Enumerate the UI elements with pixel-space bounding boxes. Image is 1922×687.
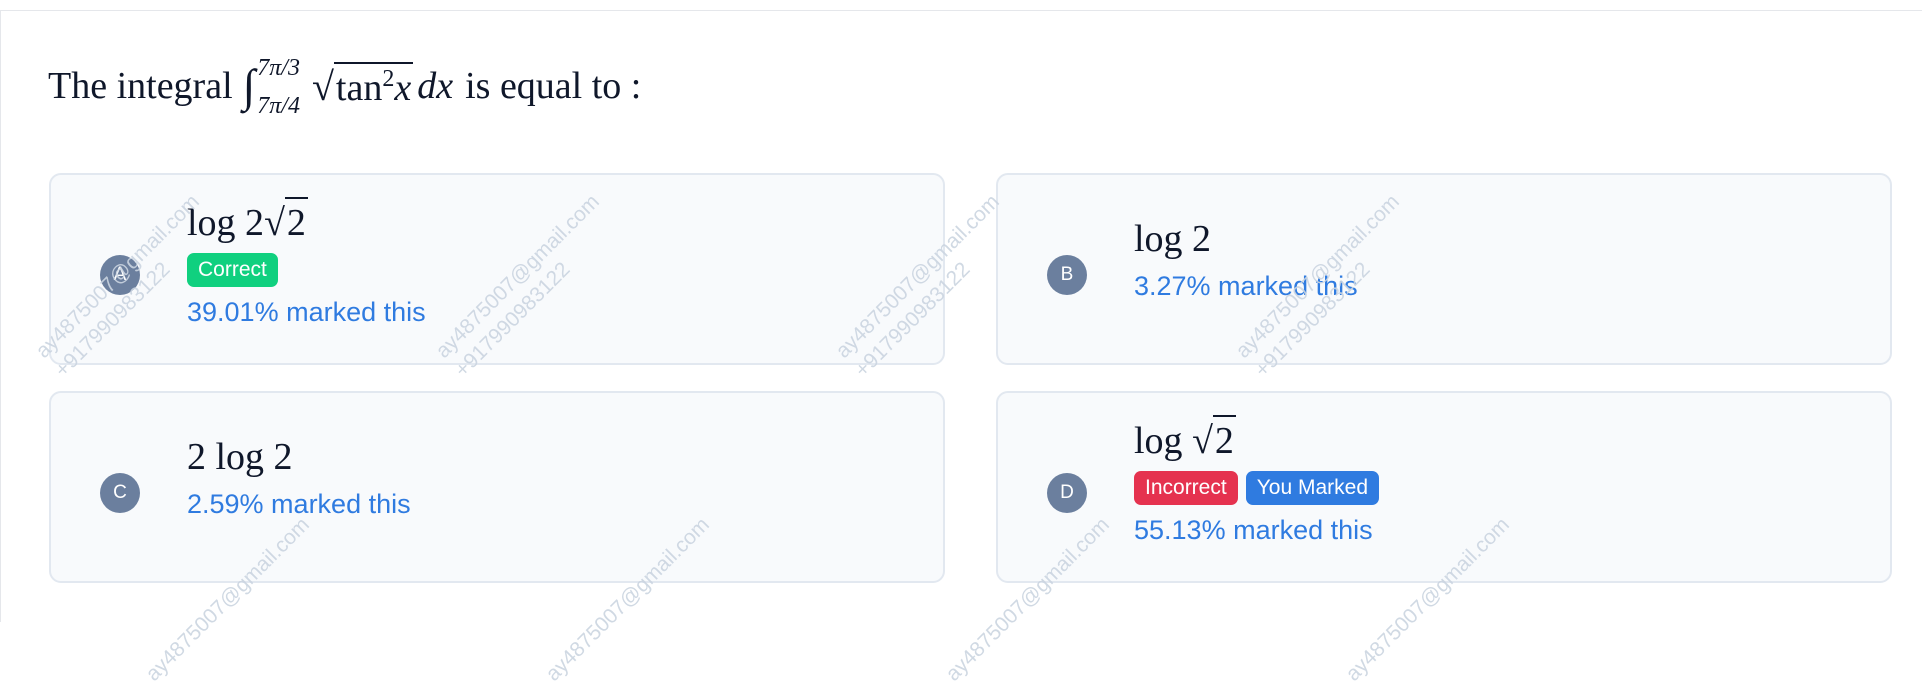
option-c[interactable]: C 2 log 2 2.59% marked this [49, 391, 945, 583]
option-letter-b: B [1047, 255, 1087, 295]
option-content: 2 log 2 2.59% marked this [187, 435, 411, 520]
radical-sign: √ [264, 202, 285, 244]
option-math-text: 2 log 2 [187, 436, 293, 478]
option-math-text: log 2 [1134, 218, 1212, 260]
option-badges: Correct [187, 253, 426, 287]
question-text: The integral ∫ 7π/3 7π/4 √ tan2x dx is e… [48, 56, 642, 118]
option-content: log 2 √ 2 Correct 39.01% marked this [187, 197, 426, 328]
option-math-radicand: 2 [284, 197, 308, 245]
option-math-radicand: 2 [1212, 415, 1236, 463]
option-percent: 55.13% marked this [1134, 515, 1373, 545]
option-letter-a: A [100, 255, 140, 295]
option-math: log 2 √ 2 [187, 197, 426, 245]
option-percent: 2.59% marked this [187, 489, 411, 519]
option-math: 2 log 2 [187, 435, 411, 479]
integrand-function: tan [335, 67, 383, 109]
radical-sign: √ [1192, 420, 1213, 462]
radicand: tan2x [333, 62, 414, 110]
incorrect-badge: Incorrect [1134, 471, 1238, 505]
option-badges: Incorrect You Marked [1134, 471, 1379, 505]
option-math-text: log [1134, 420, 1193, 462]
option-math-root: √ 2 [1192, 415, 1236, 463]
radical-sign: √ [311, 64, 334, 109]
differential: dx [417, 65, 454, 107]
option-b[interactable]: B log 2 3.27% marked this [996, 173, 1892, 365]
option-d[interactable]: D log √ 2 Incorrect You Marked 55.13% ma… [996, 391, 1892, 583]
integral-sign: ∫ [242, 60, 256, 111]
option-math-text: log 2 [187, 202, 265, 244]
option-content: log √ 2 Incorrect You Marked 55.13% mark… [1134, 415, 1379, 546]
correct-badge: Correct [187, 253, 278, 287]
option-math: log 2 [1134, 217, 1358, 261]
integrand-exponent: 2 [382, 66, 395, 92]
option-a[interactable]: A log 2 √ 2 Correct 39.01% marked this [49, 173, 945, 365]
option-math-root: √ 2 [264, 197, 308, 245]
integrand-variable: x [394, 67, 412, 109]
lower-limit: 7π/4 [257, 93, 300, 119]
option-content: log 2 3.27% marked this [1134, 217, 1358, 302]
upper-limit: 7π/3 [257, 55, 300, 81]
question-prefix: The integral [48, 65, 233, 107]
you-marked-badge: You Marked [1245, 471, 1379, 505]
integrand-root: √ tan2x [311, 62, 414, 110]
integral-limits: 7π/3 7π/4 [257, 56, 300, 118]
question-suffix: is equal to : [465, 65, 642, 107]
option-percent: 3.27% marked this [1134, 271, 1358, 301]
option-math: log √ 2 [1134, 415, 1379, 463]
option-letter-c: C [100, 473, 140, 513]
option-letter-d: D [1047, 473, 1087, 513]
option-percent: 39.01% marked this [187, 297, 426, 327]
